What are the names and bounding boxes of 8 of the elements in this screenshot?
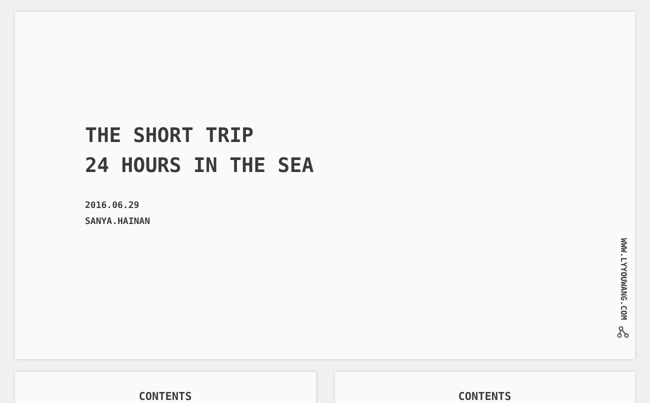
website-link[interactable]: WWW.LYYOUWANG.COM [618, 238, 628, 320]
trip-date: 2016.06.29 [85, 200, 140, 213]
cover-title: 24 HOURS IN THE SEA [85, 152, 315, 179]
cover-title: THE SHORT TRIP [85, 122, 255, 149]
contents-heading: CONTENTS [458, 390, 512, 403]
share-icon[interactable] [617, 326, 629, 338]
contents-heading: CONTENTS [138, 390, 192, 403]
trip-location: SANYA.HAINAN [85, 216, 152, 229]
